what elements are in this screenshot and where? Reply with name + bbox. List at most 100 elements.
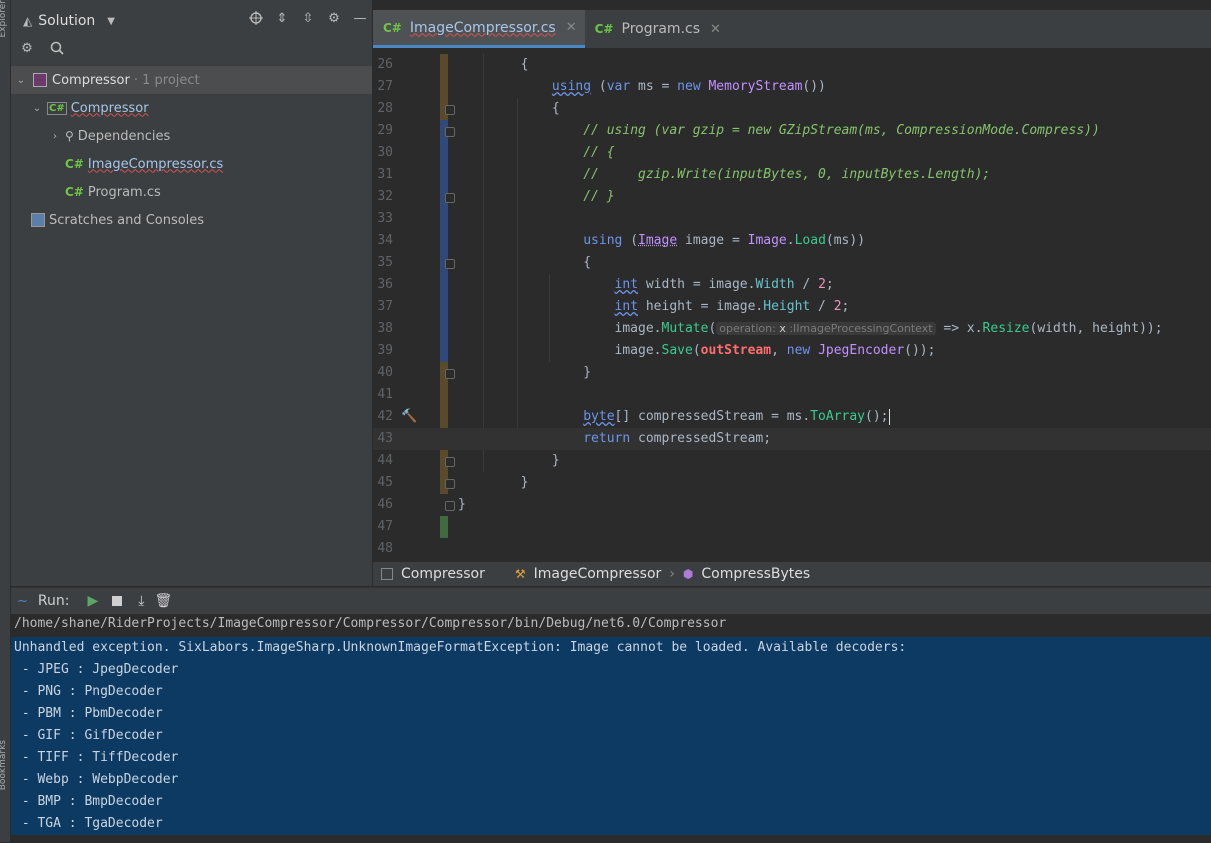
hint-x: x [779,322,786,335]
breadcrumb-item-method[interactable]: CompressBytes [701,566,810,582]
explorer-title[interactable]: ◭ Solution ▼ [23,10,115,32]
code-line[interactable]: 44 } [373,450,1211,472]
code-line[interactable]: 26 { [373,54,1211,76]
line-number: 48 [377,541,393,556]
minimize-icon[interactable]: — [352,10,368,26]
code-line[interactable]: 33 [373,208,1211,230]
output-line: - GIF : GifDecoder [14,728,163,743]
code-line[interactable]: 36 int width = image.Width / 2; [373,274,1211,296]
code-line[interactable]: 31 // gzip.Write(inputBytes, 0, inputByt… [373,164,1211,186]
output-line: - PBM : PbmDecoder [14,706,163,721]
output-line: - Webp : WebpDecoder [14,772,179,787]
chevron-down-icon[interactable]: ⌄ [31,103,43,114]
code-text: { [458,255,592,270]
code-text: // { [583,145,615,160]
line-number: 35 [377,255,393,270]
line-number: 43 [377,431,393,446]
tree-item-scratches[interactable]: Scratches and Consoles [11,206,372,234]
collapse-all-icon[interactable]: ⇳ [300,10,316,26]
tree-item-label: Compressor [70,100,149,116]
tree-item-label: Dependencies [77,128,171,144]
output-line: Unhandled exception. SixLabors.ImageShar… [14,640,907,655]
code-line[interactable]: 47 [373,516,1211,538]
code-line[interactable]: 32 // } [373,186,1211,208]
tree-item-project[interactable]: ⌄ C# Compressor [11,94,372,122]
trash-icon[interactable]: 🗑 [154,593,172,609]
code-line[interactable]: 45 } [373,472,1211,494]
run-panel: ∼ Run: ▶ ⤓ 🗑 /home/shane/RiderProjects/I… [11,587,1211,843]
code-line[interactable]: 39 image.Save(outStream, new JpegEncoder… [373,340,1211,362]
tree-item-suffix: · 1 project [133,72,200,88]
code-line[interactable]: 40 } [373,362,1211,384]
code-line[interactable]: 48 [373,538,1211,560]
output-line: - PNG : PngDecoder [14,684,163,699]
code-line[interactable]: 28 { [373,98,1211,120]
tree-item-solution[interactable]: ⌄ Compressor · 1 project [11,66,372,94]
run-output[interactable]: Unhandled exception. SixLabors.ImageShar… [11,637,1211,835]
code-text: image.Mutate(operation: x :IImageProcess… [458,321,1163,336]
code-text: // gzip.Write(inputBytes, 0, inputBytes.… [583,167,991,182]
scratches-icon [31,213,45,227]
code-text: } [458,475,529,490]
breadcrumb-item-class[interactable]: ImageCompressor [534,566,662,582]
explorer-title-label: Solution [38,13,96,29]
code-line[interactable]: 34 using (Image image = Image.Load(ms)) [373,230,1211,252]
code-line[interactable]: 29 // using (var gzip = new GZipStream(m… [373,120,1211,142]
code-area[interactable]: 26 { 27 using (var ms = new MemoryStream… [373,54,1211,560]
settings-cog-icon[interactable]: ⚙ [19,40,35,56]
editor-tabs: C# ImageCompressor.cs ✕ C# Program.cs ✕ [373,10,1211,48]
rerun-icon[interactable]: ▶ [87,593,98,609]
bookmarks-strip-label[interactable]: Bookmarks [0,740,8,790]
code-line[interactable]: 41 [373,384,1211,406]
expand-all-icon[interactable]: ⇕ [274,10,290,26]
close-icon[interactable]: ✕ [566,20,577,35]
tree-item-imagecompressor-cs[interactable]: C# ImageCompressor.cs [11,150,372,178]
chevron-down-icon[interactable]: ▼ [107,16,115,27]
code-text: { [458,57,529,72]
close-icon[interactable]: ✕ [710,22,721,37]
code-text: return compressedStream; [583,431,772,446]
left-tool-strip: Explorer Bookmarks [0,0,11,842]
code-line[interactable]: 43 return compressedStream; [373,428,1211,450]
stop-icon[interactable] [112,596,123,606]
code-line[interactable]: 42 🔨 byte[] compressedStream = ms.ToArray… [373,406,1211,428]
code-line[interactable]: 38 image.Mutate(operation: x :IImageProc… [373,318,1211,340]
code-line[interactable]: 46} [373,494,1211,516]
line-number: 32 [377,189,393,204]
tree-item-label: Compressor [52,72,130,88]
explorer-toolbar: ⇕ ⇳ ⚙ — [248,10,368,26]
gear-icon[interactable]: ⚙ [326,10,342,26]
code-line[interactable]: 35 { [373,252,1211,274]
line-number: 46 [377,497,393,512]
line-number: 39 [377,343,393,358]
tree-item-dependencies[interactable]: › ⚲ Dependencies [11,122,372,150]
chevron-down-icon[interactable]: ⌄ [15,75,27,86]
breadcrumb-item-project[interactable]: Compressor [401,566,485,582]
scroll-to-end-icon[interactable]: ⤓ [138,593,144,609]
code-line[interactable]: 37 int height = image.Height / 2; [373,296,1211,318]
code-text: } [458,365,592,380]
tab-program-cs[interactable]: C# Program.cs ✕ [585,10,729,48]
search-icon[interactable] [49,40,65,56]
tab-label: ImageCompressor.cs [409,19,556,36]
chevron-right-icon[interactable]: › [49,131,61,142]
code-line[interactable]: 30 // { [373,142,1211,164]
locate-icon[interactable] [248,10,264,26]
line-number: 27 [377,79,393,94]
line-number: 34 [377,233,393,248]
tree-item-program-cs[interactable]: C# Program.cs [11,178,372,206]
breadcrumb: Compressor ⚒ ImageCompressor › ⬢ Compres… [373,562,1211,586]
hammer-icon[interactable]: 🔨 [401,406,417,428]
chevron-right-icon: › [669,566,675,582]
dependencies-icon: ⚲ [65,129,74,143]
code-text: { [458,101,560,116]
solution-explorer: ◭ Solution ▼ ⇕ ⇳ ⚙ — ⚙ ⌄ Compressor · 1 … [11,0,372,586]
run-label: Run: [37,593,70,609]
run-header: ∼ Run: ▶ ⤓ 🗑 [11,588,1211,614]
code-text: using (Image image = Image.Load(ms)) [583,233,866,248]
explorer-strip-label[interactable]: Explorer [0,0,8,37]
line-number: 47 [377,519,393,534]
code-line[interactable]: 27 using (var ms = new MemoryStream()) [373,76,1211,98]
solution-icon [33,73,47,87]
tab-imagecompressor-cs[interactable]: C# ImageCompressor.cs ✕ [373,10,585,48]
